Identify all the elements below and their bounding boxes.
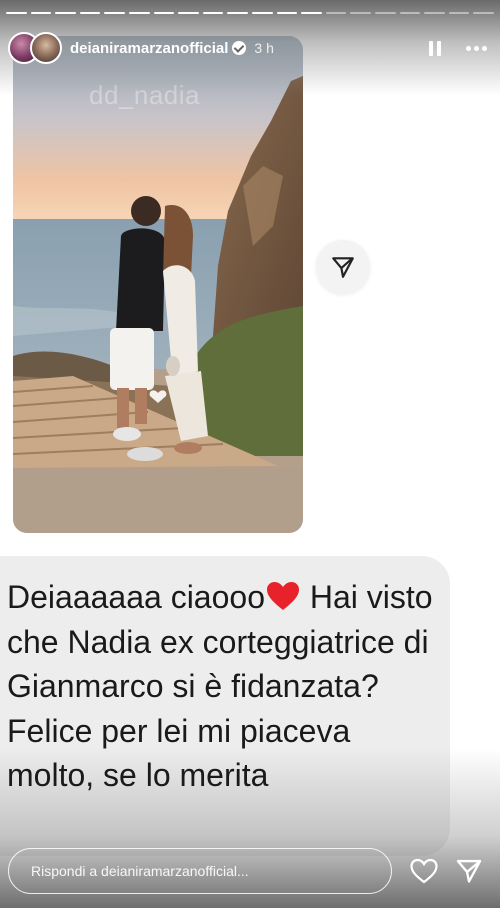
progress-segment bbox=[374, 12, 396, 14]
progress-segment bbox=[399, 12, 421, 14]
progress-segment bbox=[6, 12, 27, 14]
progress-segment bbox=[79, 12, 101, 14]
progress-segment bbox=[301, 12, 322, 14]
progress-segment bbox=[448, 12, 470, 14]
send-icon bbox=[332, 257, 354, 278]
share-post-button[interactable] bbox=[316, 240, 370, 294]
pause-icon[interactable] bbox=[420, 33, 450, 63]
story-timestamp: 3 h bbox=[254, 40, 274, 56]
reply-input[interactable]: Rispondi a deianiramarzanofficial... bbox=[8, 848, 392, 894]
avatar-group[interactable] bbox=[8, 30, 68, 66]
progress-segment bbox=[178, 12, 199, 14]
progress-segment bbox=[325, 12, 347, 14]
story-viewer[interactable]: deianiramarzanofficial 3 h dd_nadia Deia… bbox=[0, 0, 500, 908]
progress-segment bbox=[276, 12, 298, 14]
username-text[interactable]: deianiramarzanofficial bbox=[70, 40, 228, 57]
more-options-icon[interactable] bbox=[460, 33, 492, 63]
progress-segment bbox=[153, 12, 175, 14]
progress-segment bbox=[202, 12, 224, 14]
send-icon[interactable] bbox=[455, 857, 483, 885]
story-progress bbox=[6, 12, 494, 15]
heart-icon[interactable] bbox=[409, 857, 439, 885]
shared-post-card[interactable]: dd_nadia bbox=[13, 36, 303, 533]
progress-segment bbox=[251, 12, 273, 14]
avatar[interactable] bbox=[30, 32, 62, 64]
progress-segment bbox=[473, 12, 494, 14]
progress-segment bbox=[350, 12, 371, 14]
progress-segment bbox=[104, 12, 125, 14]
progress-segment bbox=[128, 12, 150, 14]
progress-segment bbox=[227, 12, 248, 14]
red-heart-icon bbox=[266, 582, 299, 610]
message-greeting: Deiaaaaaa ciaooo bbox=[7, 579, 265, 615]
message-text: Deiaaaaaa ciaooo Hai visto che Nadia ex … bbox=[7, 575, 443, 798]
story-header: deianiramarzanofficial 3 h bbox=[8, 30, 492, 66]
progress-segment bbox=[55, 12, 76, 14]
reply-placeholder: Rispondi a deianiramarzanofficial... bbox=[31, 863, 249, 879]
progress-segment bbox=[424, 12, 445, 14]
progress-segment bbox=[30, 12, 52, 14]
verified-badge-icon bbox=[232, 41, 247, 55]
story-username[interactable]: deianiramarzanofficial bbox=[70, 40, 247, 57]
